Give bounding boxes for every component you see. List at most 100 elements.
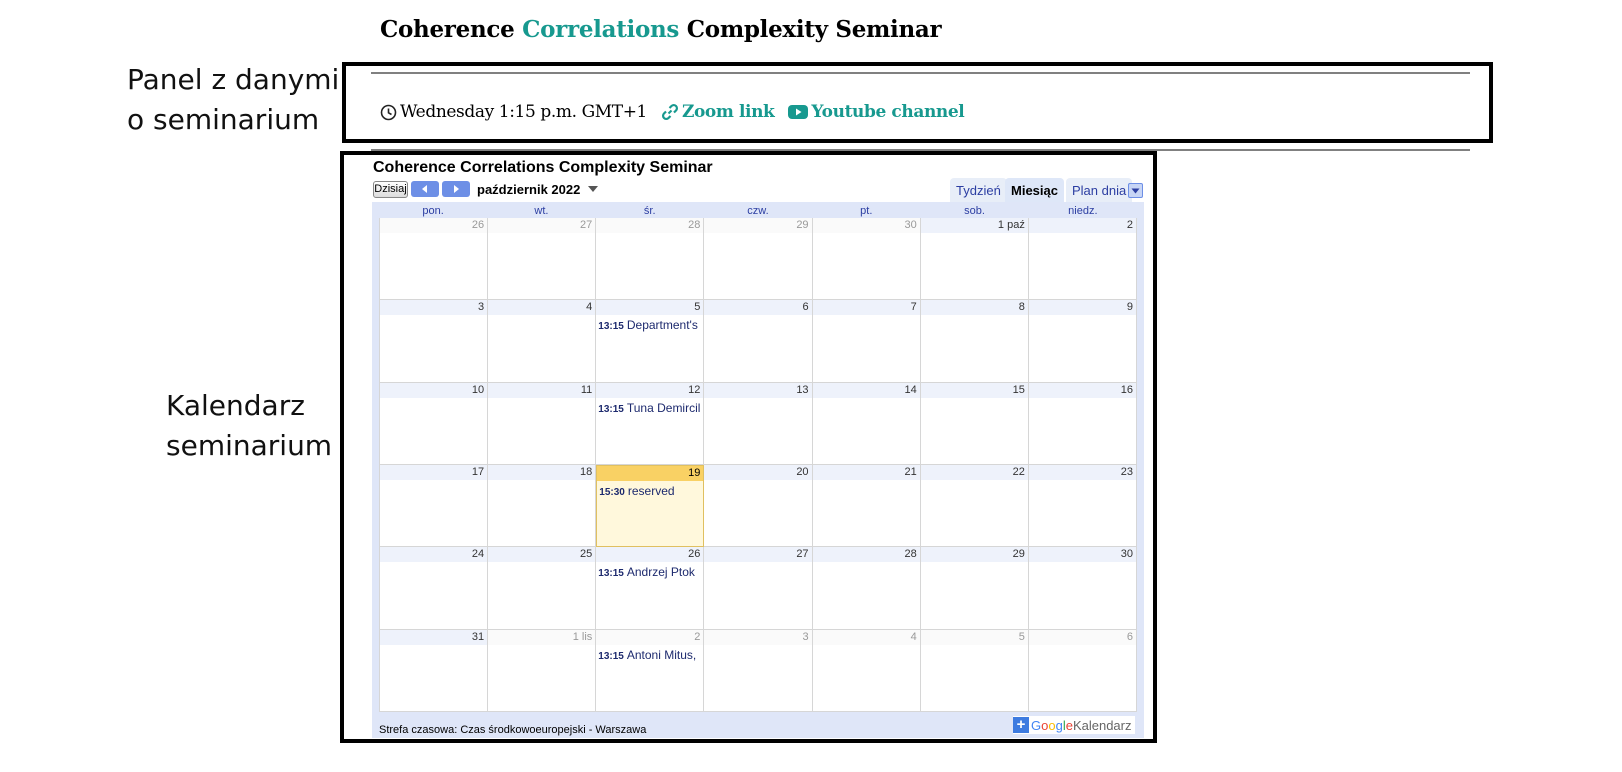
timezone-label: Strefa czasowa: Czas środkowoeuropejski …: [379, 724, 647, 736]
day-cell[interactable]: 23: [1028, 465, 1137, 548]
day-cell[interactable]: 4: [812, 629, 921, 712]
day-number: 19: [597, 466, 704, 481]
day-number: 26: [380, 218, 488, 233]
chevron-right-icon: [454, 185, 459, 193]
day-cell[interactable]: 30: [812, 218, 921, 301]
day-cell[interactable]: 5: [920, 629, 1029, 712]
day-cell[interactable]: 14: [812, 382, 921, 465]
weekday-sat: sob.: [964, 205, 985, 217]
day-number: 13: [704, 382, 812, 398]
day-number: 4: [812, 629, 920, 645]
day-cell[interactable]: 26: [380, 218, 489, 301]
day-cell[interactable]: 15: [920, 382, 1029, 465]
day-number: 14: [812, 382, 920, 398]
day-cell[interactable]: 8: [920, 300, 1029, 383]
event-title: Andrzej Ptok: [626, 565, 695, 580]
tab-week[interactable]: Tydzień: [950, 178, 1007, 203]
today-button[interactable]: Dzisiaj: [373, 181, 408, 198]
day-cell[interactable]: 20: [704, 465, 813, 548]
day-number: 31: [380, 629, 488, 645]
day-cell[interactable]: 28: [812, 547, 921, 630]
zoom-link[interactable]: Zoom link: [661, 102, 775, 122]
day-cell[interactable]: 4: [488, 300, 597, 383]
day-cell[interactable]: 6: [1028, 629, 1137, 712]
day-cell[interactable]: 5 13:15 Department's: [596, 300, 705, 383]
day-number: 7: [812, 300, 920, 316]
zoom-link-label: Zoom link: [681, 102, 775, 122]
clock-icon: [380, 104, 397, 121]
day-cell[interactable]: 26 13:15 Andrzej Ptok: [596, 547, 705, 630]
event-time: 13:15: [598, 403, 624, 415]
month-dropdown-icon[interactable]: [588, 186, 598, 192]
day-cell[interactable]: 28: [596, 218, 705, 301]
day-cell[interactable]: 6: [704, 300, 813, 383]
google-calendar-product: Kalendarz: [1072, 717, 1132, 733]
day-cell[interactable]: 11: [488, 382, 597, 465]
panel-annotation: Panel z danymi o seminarium: [127, 60, 339, 140]
day-cell[interactable]: 13: [704, 382, 813, 465]
day-cell[interactable]: 25: [488, 547, 597, 630]
day-cell[interactable]: 21: [812, 465, 921, 548]
day-cell[interactable]: 10: [380, 382, 489, 465]
day-number: 28: [812, 547, 920, 563]
day-cell[interactable]: 31: [380, 629, 489, 712]
day-number: 22: [920, 465, 1028, 480]
day-number: 21: [812, 465, 920, 480]
tab-agenda[interactable]: Plan dnia: [1066, 178, 1133, 203]
prev-month-button[interactable]: [411, 181, 439, 197]
day-cell[interactable]: 2 13:15 Antoni Mitus,: [596, 629, 705, 712]
day-number: 18: [488, 465, 596, 480]
calendar-event[interactable]: 13:15 Tuna Demircil: [596, 401, 703, 415]
schedule-item: Wednesday 1:15 p.m. GMT+1: [380, 102, 647, 122]
calendar-event[interactable]: 15:30 reserved: [597, 484, 703, 498]
day-cell[interactable]: 17: [380, 465, 489, 548]
day-cell[interactable]: 27: [704, 547, 813, 630]
event-title: reserved: [627, 484, 675, 498]
day-cell[interactable]: 24: [380, 547, 489, 630]
view-menu-button[interactable]: [1128, 183, 1143, 198]
day-cell[interactable]: 18: [488, 465, 597, 548]
day-number: 2: [596, 629, 704, 645]
day-cell-today[interactable]: 19 15:30 reserved: [596, 465, 705, 548]
day-cell[interactable]: 7: [812, 300, 921, 383]
info-panel: Wednesday 1:15 p.m. GMT+1 Zoom link Yout…: [380, 99, 965, 125]
calendar-annotation-line-2: seminarium: [166, 429, 333, 462]
day-cell[interactable]: 29: [704, 218, 813, 301]
panel-annotation-line-2: o seminarium: [127, 103, 320, 136]
day-number: 4: [488, 300, 596, 316]
youtube-link[interactable]: Youtube channel: [788, 102, 965, 122]
calendar-event[interactable]: 13:15 Andrzej Ptok: [596, 565, 703, 579]
weekday-mon: pon.: [422, 205, 444, 217]
next-month-button[interactable]: [442, 181, 470, 197]
title-part-2: Correlations: [522, 16, 680, 43]
day-cell[interactable]: 2: [1028, 218, 1137, 301]
day-cell[interactable]: 9: [1028, 300, 1137, 383]
day-cell[interactable]: 3: [704, 629, 813, 712]
day-number: 27: [488, 218, 596, 233]
day-number: 9: [1028, 300, 1136, 316]
day-number: 8: [920, 300, 1028, 316]
day-cell[interactable]: 1 paź: [920, 218, 1029, 301]
day-cell[interactable]: 22: [920, 465, 1029, 548]
calendar-title: Coherence Correlations Complexity Semina…: [373, 159, 713, 176]
day-cell[interactable]: 1 lis: [488, 629, 597, 712]
day-cell[interactable]: 29: [920, 547, 1029, 630]
calendar-event[interactable]: 13:15 Department's: [596, 318, 703, 332]
chevron-down-icon: [1131, 188, 1140, 193]
weekday-thu: czw.: [747, 205, 769, 217]
google-calendar-badge[interactable]: + GoogleKalendarz: [1013, 716, 1135, 734]
day-cell[interactable]: 3: [380, 300, 489, 383]
add-to-calendar-icon: +: [1013, 717, 1029, 733]
day-cell[interactable]: 27: [488, 218, 597, 301]
tab-month[interactable]: Miesiąc: [1005, 178, 1064, 203]
day-cell[interactable]: 12 13:15 Tuna Demircil: [596, 382, 705, 465]
day-number: 30: [1028, 547, 1136, 563]
day-number: 10: [380, 382, 488, 398]
calendar-event[interactable]: 13:15 Antoni Mitus,: [596, 648, 703, 662]
day-cell[interactable]: 30: [1028, 547, 1137, 630]
youtube-icon: [788, 104, 809, 120]
event-time: 13:15: [598, 321, 624, 333]
day-number: 29: [920, 547, 1028, 563]
weekday-fri: pt.: [860, 205, 873, 217]
day-cell[interactable]: 16: [1028, 382, 1137, 465]
